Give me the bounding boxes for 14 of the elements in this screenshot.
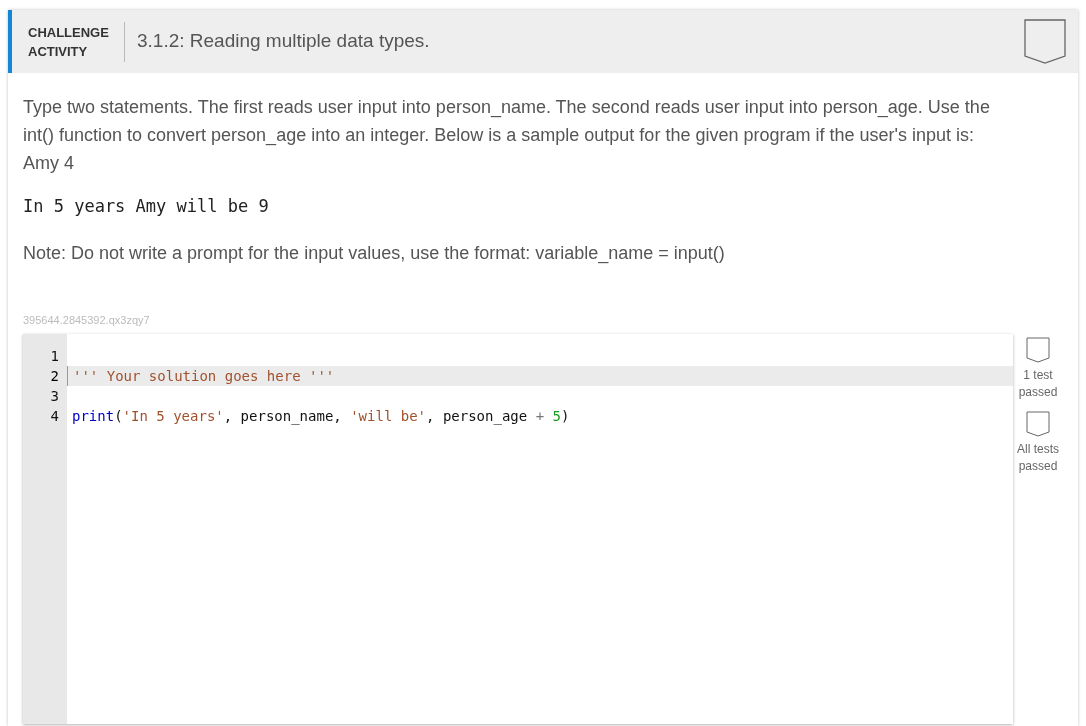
activity-type-label: CHALLENGE ACTIVITY <box>28 23 110 61</box>
instructions-text: Type two statements. The first reads user input into person_name. The second reads user input into person_age. Use the int() function to convert person_age into an integer. Below is a sample output for the given program if the user's input is: Amy 4 <box>23 96 991 175</box>
completion-badge-icon <box>1024 18 1066 65</box>
activity-title: 3.1.2: Reading multiple data types. <box>137 29 431 54</box>
line-number: 4 <box>49 407 60 426</box>
line-number: 3 <box>49 387 60 406</box>
sample-output: In 5 years Amy will be 9 <box>23 195 270 218</box>
line-number: 1 <box>49 347 60 366</box>
test-status-label: All tests passed <box>1016 441 1060 475</box>
activity-id: 395644.2845392.qx3zqy7 <box>23 312 150 328</box>
line-number: 2 <box>49 367 60 386</box>
note-text: Note: Do not write a prompt for the input values, use the format: variable_name = input() <box>23 241 726 266</box>
test-status-label: 1 test passed <box>1017 367 1059 401</box>
code-editor[interactable]: 1 2 3 4 ''' Your solution goes here ''' print('In 5 years', person_name, 'will be', person_age + 5) <box>23 334 1013 724</box>
